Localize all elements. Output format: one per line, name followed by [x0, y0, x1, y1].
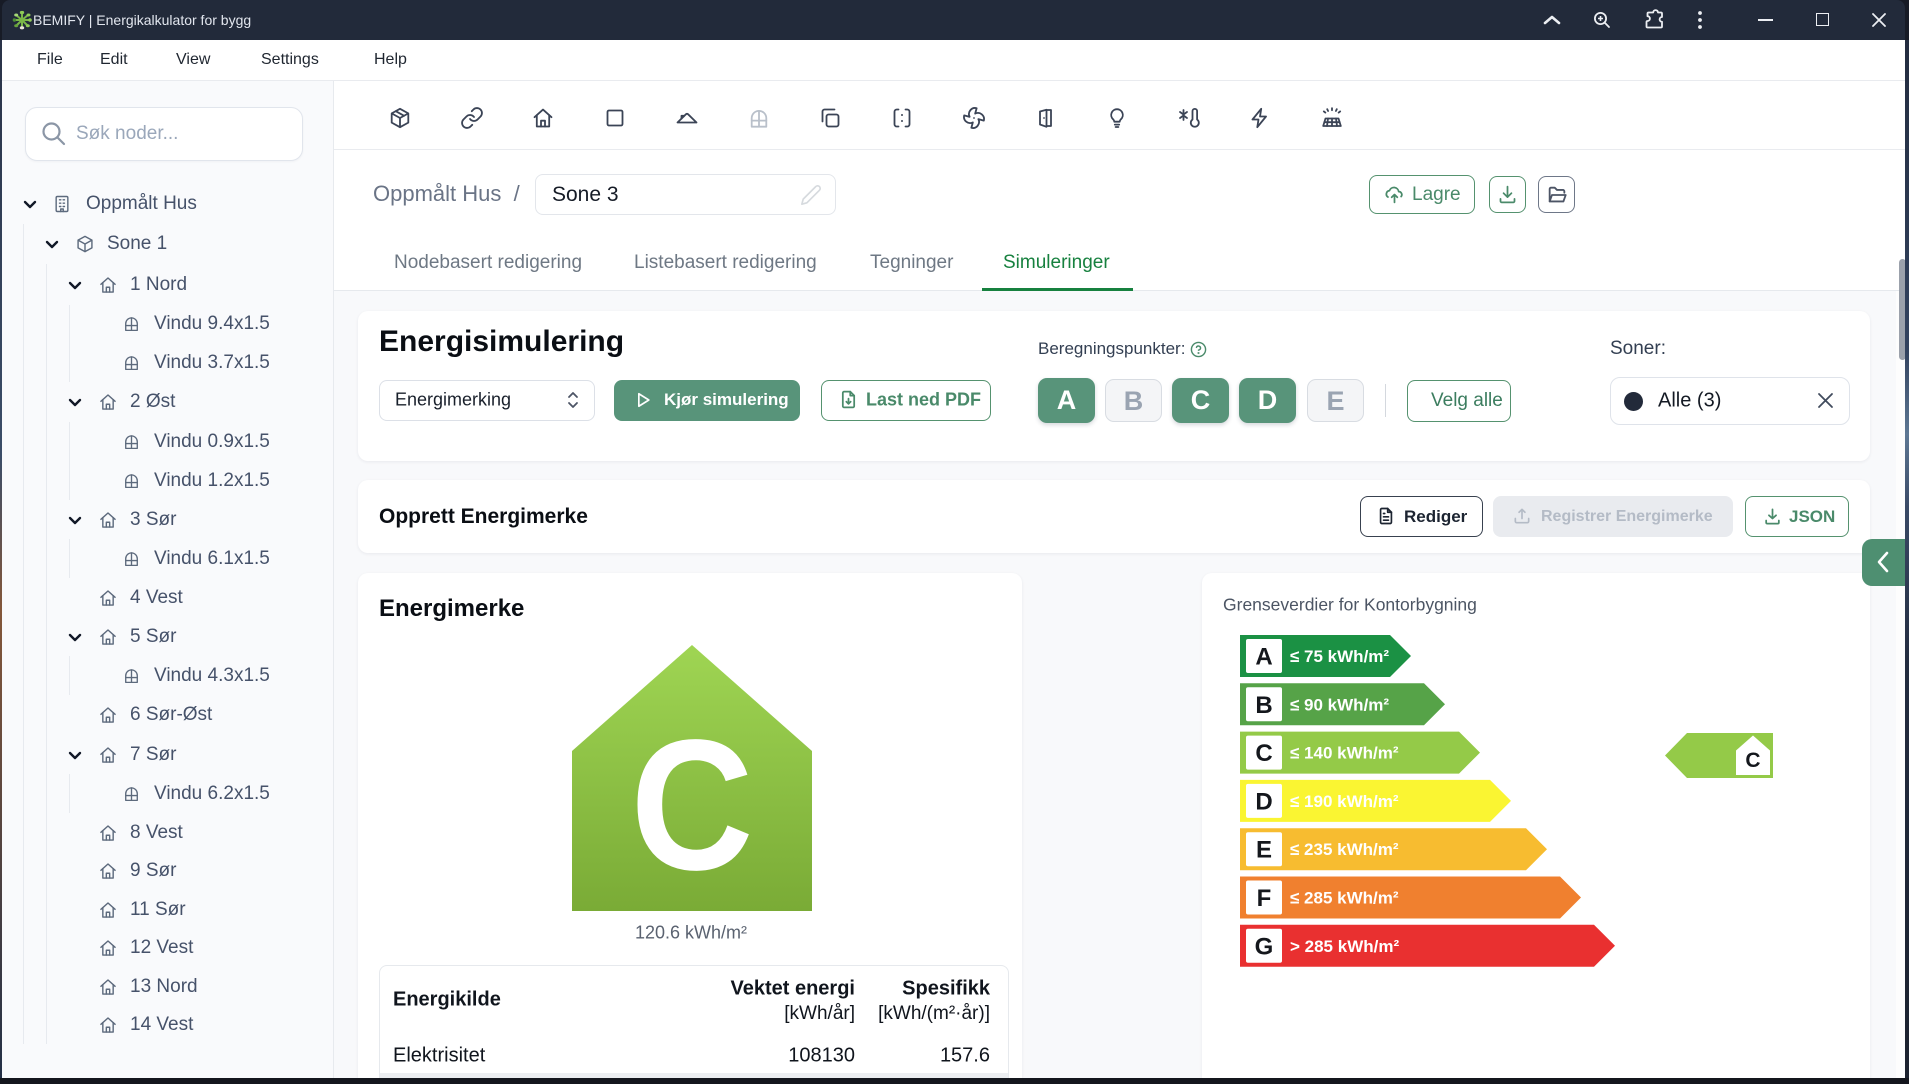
svg-text:≤ 75 kWh/m²: ≤ 75 kWh/m²	[1290, 647, 1389, 666]
svg-text:G: G	[1255, 933, 1274, 960]
svg-text:E: E	[1256, 837, 1272, 864]
svg-text:D: D	[1255, 788, 1272, 815]
svg-text:≤ 235 kWh/m²: ≤ 235 kWh/m²	[1290, 840, 1399, 859]
svg-text:F: F	[1257, 885, 1272, 912]
svg-text:≤ 285 kWh/m²: ≤ 285 kWh/m²	[1290, 889, 1399, 908]
svg-text:A: A	[1255, 644, 1272, 671]
svg-text:B: B	[1255, 692, 1272, 719]
svg-text:C: C	[631, 702, 754, 909]
svg-text:C: C	[1745, 749, 1760, 772]
svg-text:C: C	[1255, 740, 1272, 767]
svg-text:≤ 140 kWh/m²: ≤ 140 kWh/m²	[1290, 744, 1399, 763]
svg-text:> 285 kWh/m²: > 285 kWh/m²	[1290, 937, 1399, 956]
svg-text:≤ 90 kWh/m²: ≤ 90 kWh/m²	[1290, 695, 1389, 714]
svg-text:≤ 190 kWh/m²: ≤ 190 kWh/m²	[1290, 792, 1399, 811]
